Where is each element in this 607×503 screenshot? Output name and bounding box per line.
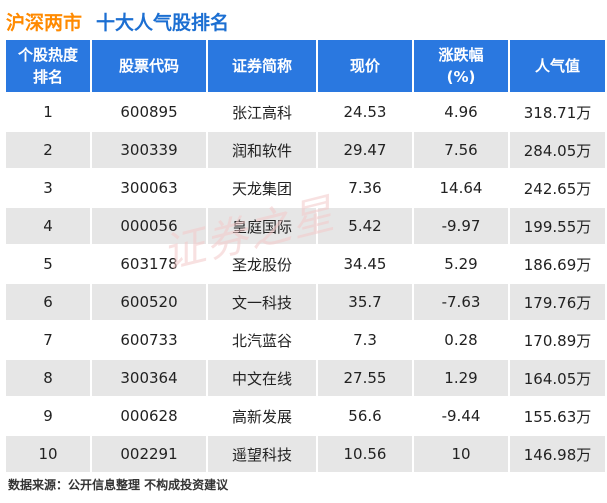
table-header-row: 个股热度 排名 股票代码 证券简称 现价 涨跌幅 (%) 人气值 — [6, 40, 605, 92]
code-cell: 000056 — [92, 206, 208, 244]
header-rank: 个股热度 排名 — [6, 40, 92, 92]
popularity-cell: 155.63万 — [510, 396, 605, 434]
price-cell: 56.6 — [318, 396, 414, 434]
popularity-cell: 146.98万 — [510, 434, 605, 472]
change-cell: -7.63 — [414, 282, 510, 320]
header-name: 证券简称 — [208, 40, 318, 92]
rank-cell: 2 — [6, 130, 92, 168]
price-cell: 7.36 — [318, 168, 414, 206]
rank-cell: 8 — [6, 358, 92, 396]
table-row: 3 300063 天龙集团 7.36 14.64 242.65万 — [6, 168, 605, 206]
name-cell: 天龙集团 — [208, 168, 318, 206]
title-market: 沪深两市 — [6, 11, 83, 34]
popularity-cell: 284.05万 — [510, 130, 605, 168]
change-cell: -9.44 — [414, 396, 510, 434]
header-change: 涨跌幅 (%) — [414, 40, 510, 92]
name-cell: 润和软件 — [208, 130, 318, 168]
price-cell: 10.56 — [318, 434, 414, 472]
rank-cell: 3 — [6, 168, 92, 206]
popularity-cell: 199.55万 — [510, 206, 605, 244]
header-code: 股票代码 — [92, 40, 208, 92]
popularity-cell: 179.76万 — [510, 282, 605, 320]
rank-cell: 10 — [6, 434, 92, 472]
name-cell: 中文在线 — [208, 358, 318, 396]
table-body: 1 600895 张江高科 24.53 4.96 318.71万 2 300339 润和软件 29… — [6, 92, 605, 472]
change-cell: 4.96 — [414, 92, 510, 130]
change-cell: 5.29 — [414, 244, 510, 282]
table-row: 4 000056 皇庭国际 5.42 -9.97 199.55万 — [6, 206, 605, 244]
page-title: 沪深两市 十大人气股排名 — [6, 4, 229, 38]
rank-cell: 4 — [6, 206, 92, 244]
code-cell: 600733 — [92, 320, 208, 358]
change-cell: 10 — [414, 434, 510, 472]
header-rank-line1: 个股热度 — [17, 46, 78, 64]
header-rank-line2: 排名 — [32, 68, 63, 86]
header-name-label: 证券简称 — [231, 57, 292, 75]
header-change-line1: 涨跌幅 — [438, 46, 484, 64]
header-popularity: 人气值 — [510, 40, 605, 92]
name-cell: 圣龙股份 — [208, 244, 318, 282]
code-cell: 002291 — [92, 434, 208, 472]
rank-cell: 1 — [6, 92, 92, 130]
table-row: 6 600520 文一科技 35.7 -7.63 179.76万 — [6, 282, 605, 320]
name-cell: 张江高科 — [208, 92, 318, 130]
code-cell: 300364 — [92, 358, 208, 396]
popularity-cell: 242.65万 — [510, 168, 605, 206]
name-cell: 北汽蓝谷 — [208, 320, 318, 358]
title-main: 十大人气股排名 — [96, 11, 230, 34]
price-cell: 5.42 — [318, 206, 414, 244]
popularity-cell: 170.89万 — [510, 320, 605, 358]
name-cell: 遥望科技 — [208, 434, 318, 472]
footer-source-note: 数据来源：公开信息整理 不构成投资建议 — [8, 478, 229, 492]
table-row: 8 300364 中文在线 27.55 1.29 164.05万 — [6, 358, 605, 396]
change-cell: 14.64 — [414, 168, 510, 206]
price-cell: 35.7 — [318, 282, 414, 320]
change-cell: 0.28 — [414, 320, 510, 358]
header-code-label: 股票代码 — [118, 57, 179, 75]
code-cell: 000628 — [92, 396, 208, 434]
price-cell: 27.55 — [318, 358, 414, 396]
change-cell: -9.97 — [414, 206, 510, 244]
table-row: 2 300339 润和软件 29.47 7.56 284.05万 — [6, 130, 605, 168]
ranking-table: 个股热度 排名 股票代码 证券简称 现价 涨跌幅 (%) 人气值 1 60089… — [6, 40, 605, 472]
rank-cell: 6 — [6, 282, 92, 320]
code-cell: 603178 — [92, 244, 208, 282]
header-change-line2: (%) — [446, 68, 476, 86]
rank-cell: 5 — [6, 244, 92, 282]
table-row: 7 600733 北汽蓝谷 7.3 0.28 170.89万 — [6, 320, 605, 358]
code-cell: 600520 — [92, 282, 208, 320]
name-cell: 皇庭国际 — [208, 206, 318, 244]
name-cell: 高新发展 — [208, 396, 318, 434]
price-cell: 29.47 — [318, 130, 414, 168]
price-cell: 7.3 — [318, 320, 414, 358]
popularity-cell: 186.69万 — [510, 244, 605, 282]
change-cell: 7.56 — [414, 130, 510, 168]
popularity-cell: 318.71万 — [510, 92, 605, 130]
table-row: 9 000628 高新发展 56.6 -9.44 155.63万 — [6, 396, 605, 434]
price-cell: 34.45 — [318, 244, 414, 282]
change-cell: 1.29 — [414, 358, 510, 396]
header-price: 现价 — [318, 40, 414, 92]
code-cell: 300339 — [92, 130, 208, 168]
table-row: 10 002291 遥望科技 10.56 10 146.98万 — [6, 434, 605, 472]
header-popularity-label: 人气值 — [534, 57, 580, 75]
rank-cell: 9 — [6, 396, 92, 434]
name-cell: 文一科技 — [208, 282, 318, 320]
popularity-cell: 164.05万 — [510, 358, 605, 396]
table-row: 5 603178 圣龙股份 34.45 5.29 186.69万 — [6, 244, 605, 282]
code-cell: 300063 — [92, 168, 208, 206]
price-cell: 24.53 — [318, 92, 414, 130]
header-price-label: 现价 — [349, 57, 380, 75]
rank-cell: 7 — [6, 320, 92, 358]
code-cell: 600895 — [92, 92, 208, 130]
ranking-table-container: 个股热度 排名 股票代码 证券简称 现价 涨跌幅 (%) 人气值 1 60089… — [6, 40, 605, 472]
table-row: 1 600895 张江高科 24.53 4.96 318.71万 — [6, 92, 605, 130]
